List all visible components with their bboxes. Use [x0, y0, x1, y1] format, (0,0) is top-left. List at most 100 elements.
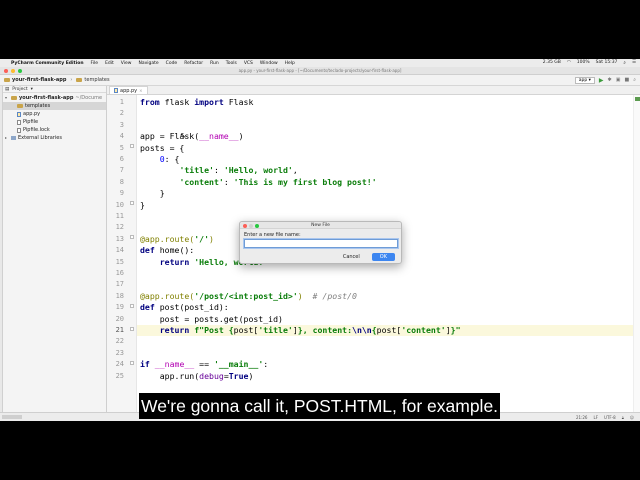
editor-scrollbar[interactable] — [633, 95, 640, 412]
video-caption: We're gonna call it, POST.HTML, for exam… — [139, 393, 501, 419]
line-number: 9 — [119, 189, 124, 198]
run-toolbar: app ▾ ▶ ✱ ▣ ■ ⌕ — [574, 76, 640, 84]
menu-file[interactable]: File — [91, 61, 99, 66]
mouse-cursor-icon: ↖ — [180, 131, 187, 140]
stop-icon[interactable]: ■ — [624, 77, 629, 83]
dialog-buttons: Cancel OK — [339, 253, 395, 261]
tree-item-label: app.py — [23, 111, 41, 117]
line-number: 2 — [119, 109, 124, 118]
expand-arrow-icon[interactable]: ▸ — [5, 134, 9, 142]
breadcrumb-project[interactable]: your-first-flask-app — [4, 77, 66, 83]
fold-marker-icon[interactable] — [130, 201, 134, 205]
line-number: 4 — [119, 132, 124, 141]
window-title-bar: app.py - your-first-flask-app - [~/Docum… — [0, 67, 640, 75]
zoom-window-button[interactable] — [18, 69, 22, 73]
minimize-window-button[interactable] — [11, 69, 15, 73]
tree-item-label: your-first-flask-app — [19, 95, 74, 101]
tool-windows-icon[interactable] — [2, 415, 22, 419]
project-panel-title[interactable]: Project — [12, 87, 27, 92]
menu-list-icon[interactable]: ☰ — [632, 60, 636, 66]
menu-window[interactable]: Window — [260, 61, 278, 66]
tree-item-path: ~/Docume — [75, 95, 103, 101]
line-number: 5 — [119, 143, 124, 152]
file-name-label: Enter a new file name: — [244, 232, 301, 238]
menu-help[interactable]: Help — [285, 61, 295, 66]
close-dialog-button[interactable] — [243, 223, 247, 228]
close-window-button[interactable] — [4, 69, 8, 73]
breadcrumb-folder-label: templates — [84, 77, 110, 83]
status-bar-info: 21:26 LF UTF-8 🔒︎ ☺ — [576, 415, 640, 420]
menu-edit[interactable]: Edit — [105, 61, 114, 66]
fold-marker-icon[interactable] — [130, 304, 134, 308]
pycharm-screen: PyCharm Community Edition File Edit View… — [0, 59, 640, 421]
coverage-icon[interactable]: ▣ — [616, 77, 621, 83]
project-view-icon[interactable]: ▤ — [5, 87, 9, 92]
menu-navigate[interactable]: Navigate — [138, 61, 158, 66]
run-icon[interactable]: ▶ — [599, 77, 604, 84]
fold-marker-icon[interactable] — [130, 235, 134, 239]
fold-marker-icon[interactable] — [130, 327, 134, 331]
menu-run[interactable]: Run — [210, 61, 219, 66]
tab-app-py[interactable]: app.py × — [109, 86, 148, 94]
tab-label: app.py — [120, 87, 138, 94]
breadcrumb-project-label: your-first-flask-app — [12, 77, 67, 83]
line-number: 1 — [119, 98, 124, 106]
search-icon[interactable]: ⌕ — [623, 60, 626, 66]
tree-item-project-root[interactable]: ▾ your-first-flask-app ~/Docume — [3, 94, 106, 102]
window-title: app.py - your-first-flask-app - [~/Docum… — [238, 68, 402, 73]
folder-icon — [76, 78, 83, 82]
wifi-icon[interactable]: ◠ — [567, 60, 571, 66]
menu-refactor[interactable]: Refactor — [184, 61, 203, 66]
breadcrumb-folder[interactable]: templates — [76, 77, 110, 83]
menu-vcs[interactable]: VCS — [244, 61, 253, 66]
fold-marker-icon[interactable] — [130, 144, 134, 148]
line-number: 11 — [115, 212, 124, 220]
tree-item-templates[interactable]: templates — [3, 102, 106, 110]
line-separator[interactable]: LF — [593, 415, 598, 420]
inspection-ok-icon[interactable] — [635, 97, 640, 101]
cancel-button[interactable]: Cancel — [339, 254, 364, 260]
folder-icon — [4, 78, 10, 82]
menu-tools[interactable]: Tools — [226, 61, 237, 66]
code-line-8: 'content': 'This is my first blog post!' — [179, 176, 377, 187]
python-file-icon — [114, 88, 118, 93]
line-number: 10 — [115, 200, 124, 209]
line-number: 25 — [115, 371, 124, 380]
caret-position[interactable]: 21:26 — [576, 415, 588, 420]
fold-marker-icon[interactable] — [130, 361, 134, 365]
ok-button[interactable]: OK — [371, 253, 395, 261]
code-line-10: } — [140, 199, 145, 210]
memory-status[interactable]: 2.35 GB — [543, 60, 561, 66]
chevron-down-icon[interactable]: ▾ — [31, 87, 33, 92]
minimize-dialog-button — [249, 223, 253, 228]
code-line-19: def post(post_id): — [140, 302, 229, 313]
tree-item-app-py[interactable]: app.py — [3, 110, 106, 118]
tree-item-pipfile-lock[interactable]: Pipfile.lock — [3, 126, 106, 134]
line-number: 15 — [115, 257, 124, 266]
close-tab-icon[interactable]: × — [139, 88, 142, 93]
battery-status[interactable]: 100% — [577, 60, 590, 66]
line-number: 22 — [115, 337, 124, 346]
code-line-7: 'title': 'Hello, world', — [179, 165, 298, 176]
menu-code[interactable]: Code — [166, 61, 178, 66]
run-config-select[interactable]: app ▾ — [574, 76, 595, 84]
breadcrumb-separator-icon: › — [70, 77, 73, 83]
inspector-icon[interactable]: ☺ — [630, 415, 634, 420]
line-number: 16 — [115, 269, 124, 277]
file-icon — [17, 119, 21, 125]
tree-item-pipfile[interactable]: Pipfile — [3, 118, 106, 126]
expand-arrow-icon[interactable]: ▾ — [5, 94, 9, 102]
menu-view[interactable]: View — [121, 61, 132, 66]
file-name-input[interactable] — [244, 239, 398, 248]
debug-icon[interactable]: ✱ — [608, 77, 612, 83]
tree-item-external-libraries[interactable]: ▸ External Libraries — [3, 134, 106, 142]
lock-icon[interactable]: 🔒︎ — [622, 415, 624, 420]
zoom-dialog-button[interactable] — [255, 223, 259, 228]
clock[interactable]: Sat 15:37 — [596, 60, 618, 66]
code-line-13: @app.route('/') — [140, 233, 214, 244]
menu-app-name[interactable]: PyCharm Community Edition — [11, 61, 84, 66]
code-line-21: return f"Post {post['title']}, content:\… — [159, 325, 461, 335]
file-encoding[interactable]: UTF-8 — [604, 415, 616, 420]
search-everywhere-icon[interactable]: ⌕ — [633, 77, 636, 83]
dialog-title: New File — [311, 223, 330, 228]
